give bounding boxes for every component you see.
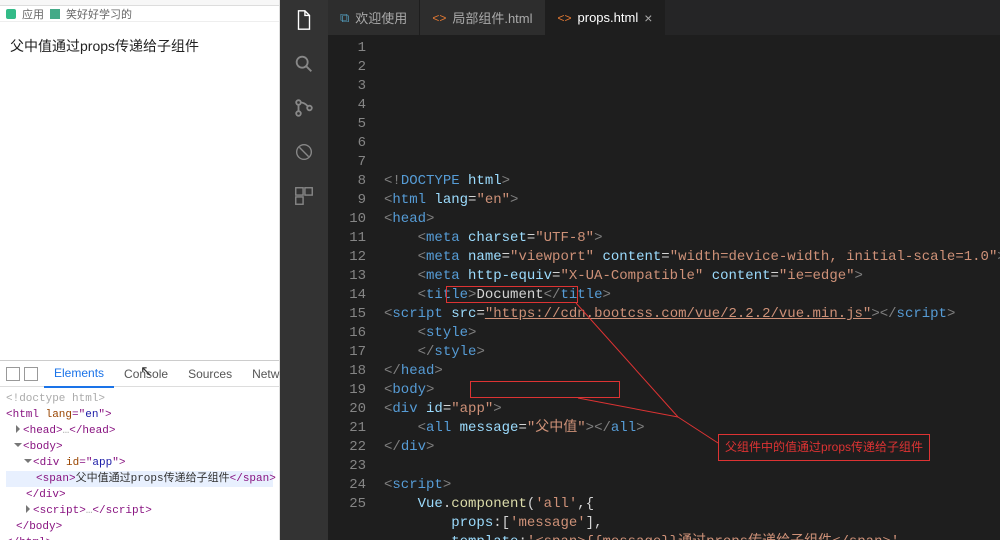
code-line[interactable]: props:['message'], xyxy=(384,514,1000,533)
code-line[interactable]: <meta name="viewport" content="width=dev… xyxy=(384,248,1000,267)
dom-div-close[interactable]: </div> xyxy=(6,487,273,503)
rendered-text: 父中值通过props传递给子组件 xyxy=(10,36,269,56)
page-content: 父中值通过props传递给子组件 ↖ xyxy=(0,22,279,360)
line-number: 17 xyxy=(328,343,366,362)
git-icon[interactable] xyxy=(292,96,316,120)
line-number: 13 xyxy=(328,267,366,286)
code-line[interactable]: Vue.component('all',{ xyxy=(384,495,1000,514)
inspect-icon[interactable] xyxy=(6,367,20,381)
extensions-icon[interactable] xyxy=(292,184,316,208)
code-line[interactable]: </head> xyxy=(384,362,1000,381)
tab-file-2[interactable]: <> props.html × xyxy=(546,0,666,35)
line-number: 16 xyxy=(328,324,366,343)
line-number: 7 xyxy=(328,153,366,172)
code-line[interactable]: <head> xyxy=(384,210,1000,229)
cursor-icon: ↖ xyxy=(140,362,153,380)
line-number: 25 xyxy=(328,495,366,514)
code-line[interactable]: <style> xyxy=(384,324,1000,343)
bookmark-item[interactable]: 笑好好学习的 xyxy=(66,6,132,22)
devtools: Elements Console Sources Netwo <!doctype… xyxy=(0,360,279,540)
line-number: 20 xyxy=(328,400,366,419)
line-number: 1 xyxy=(328,39,366,58)
debug-icon[interactable] xyxy=(292,140,316,164)
activity-bar xyxy=(280,0,328,540)
code-line[interactable]: <body> xyxy=(384,381,1000,400)
line-number: 6 xyxy=(328,134,366,153)
code-line[interactable]: <meta http-equiv="X-UA-Compatible" conte… xyxy=(384,267,1000,286)
code-line[interactable]: <title>Document</title> xyxy=(384,286,1000,305)
line-number: 22 xyxy=(328,438,366,457)
editor: ⧉ 欢迎使用 <> 局部组件.html <> props.html × 1234… xyxy=(328,0,1000,540)
tab-file-1[interactable]: <> 局部组件.html xyxy=(420,0,545,35)
code-line[interactable]: </style> xyxy=(384,343,1000,362)
dom-body-close[interactable]: </body> xyxy=(6,519,273,535)
line-number: 10 xyxy=(328,210,366,229)
vscode-icon: ⧉ xyxy=(340,10,349,26)
line-number: 9 xyxy=(328,191,366,210)
dom-tree[interactable]: <!doctype html> <html lang="en"> <head>…… xyxy=(0,387,279,540)
line-number: 18 xyxy=(328,362,366,381)
browser-panel: 应用 笑好好学习的 父中值通过props传递给子组件 ↖ Elements Co… xyxy=(0,0,280,540)
tab-label: 欢迎使用 xyxy=(355,8,407,27)
tab-welcome[interactable]: ⧉ 欢迎使用 xyxy=(328,0,420,35)
bookmark-icon xyxy=(50,9,60,19)
line-number: 21 xyxy=(328,419,366,438)
device-icon[interactable] xyxy=(24,367,38,381)
html-icon: <> xyxy=(558,11,572,25)
dom-script[interactable]: <script>…</script> xyxy=(6,503,273,519)
bookmark-item[interactable]: 应用 xyxy=(22,6,44,22)
line-number: 12 xyxy=(328,248,366,267)
line-number: 15 xyxy=(328,305,366,324)
code-line[interactable]: <!DOCTYPE html> xyxy=(384,172,1000,191)
dom-span[interactable]: <span>父中值通过props传递给子组件</span> = xyxy=(6,471,273,487)
line-number: 4 xyxy=(328,96,366,115)
line-number: 19 xyxy=(328,381,366,400)
annotation-label: 父组件中的值通过props传递给子组件 xyxy=(718,434,930,461)
tab-sources[interactable]: Sources xyxy=(178,361,242,387)
code-line[interactable]: template:'<span>{{message}}通过props传递给子组件… xyxy=(384,533,1000,540)
code-line[interactable]: <meta charset="UTF-8"> xyxy=(384,229,1000,248)
apps-icon[interactable] xyxy=(6,9,16,19)
dom-div-open[interactable]: <div id="app"> xyxy=(6,455,273,471)
code-line[interactable]: <script> xyxy=(384,476,1000,495)
line-gutter: 1234567891011121314151617181920212223242… xyxy=(328,35,378,540)
files-icon[interactable] xyxy=(292,8,316,32)
dom-html-close[interactable]: </html> xyxy=(6,535,273,540)
line-number: 2 xyxy=(328,58,366,77)
tab-elements[interactable]: Elements xyxy=(44,360,114,388)
close-icon[interactable]: × xyxy=(644,11,652,25)
dom-doctype: <!doctype html> xyxy=(6,391,273,407)
vscode: ⧉ 欢迎使用 <> 局部组件.html <> props.html × 1234… xyxy=(280,0,1000,540)
code-line[interactable]: <script src="https://cdn.bootcss.com/vue… xyxy=(384,305,1000,324)
line-number: 14 xyxy=(328,286,366,305)
tab-label: props.html xyxy=(578,10,639,25)
html-icon: <> xyxy=(432,11,446,25)
dom-body-open[interactable]: <body> xyxy=(6,439,273,455)
line-number: 23 xyxy=(328,457,366,476)
dom-html-open[interactable]: <html lang="en"> xyxy=(6,407,273,423)
bookmarks-bar[interactable]: 应用 笑好好学习的 xyxy=(0,6,279,22)
line-number: 5 xyxy=(328,115,366,134)
line-number: 3 xyxy=(328,77,366,96)
code-lines[interactable]: <!DOCTYPE html><html lang="en"><head> <m… xyxy=(378,35,1000,540)
code-line[interactable]: <div id="app"> xyxy=(384,400,1000,419)
line-number: 8 xyxy=(328,172,366,191)
code-area[interactable]: 1234567891011121314151617181920212223242… xyxy=(328,35,1000,540)
root: 应用 笑好好学习的 父中值通过props传递给子组件 ↖ Elements Co… xyxy=(0,0,1000,540)
line-number: 24 xyxy=(328,476,366,495)
dom-head[interactable]: <head>…</head> xyxy=(6,423,273,439)
search-icon[interactable] xyxy=(292,52,316,76)
editor-tabs: ⧉ 欢迎使用 <> 局部组件.html <> props.html × xyxy=(328,0,1000,35)
tab-label: 局部组件.html xyxy=(452,8,532,27)
line-number: 11 xyxy=(328,229,366,248)
code-line[interactable]: <html lang="en"> xyxy=(384,191,1000,210)
